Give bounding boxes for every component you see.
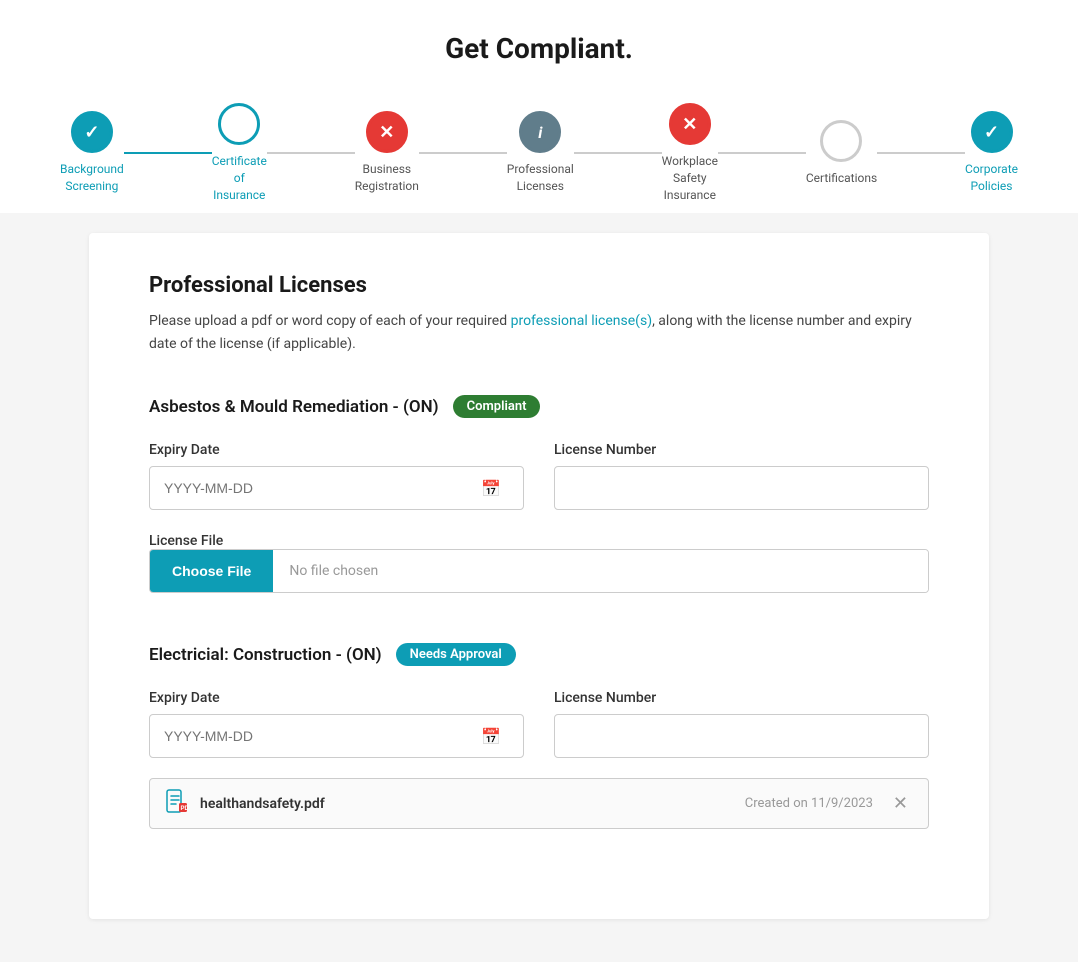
section-description: Please upload a pdf or word copy of each… xyxy=(149,310,929,355)
expiry-date-field-asbestos[interactable] xyxy=(164,480,481,496)
file-created-electrical: Created on 11/9/2023 xyxy=(745,796,873,811)
step-label-background-screening: BackgroundScreening xyxy=(60,161,124,195)
file-group-asbestos: License File Choose File No file chosen xyxy=(149,530,929,593)
step-label-corporate: CorporatePolicies xyxy=(965,161,1018,195)
connector-2 xyxy=(267,152,355,154)
license-number-input-asbestos[interactable] xyxy=(554,466,929,510)
step-certifications[interactable]: Certifications xyxy=(806,120,877,187)
connector-4 xyxy=(574,152,662,154)
file-remove-button-electrical[interactable]: ✕ xyxy=(889,793,912,814)
step-background-screening[interactable]: ✓ BackgroundScreening xyxy=(60,111,124,195)
step-professional-licenses[interactable]: i ProfessionalLicenses xyxy=(507,111,574,195)
page-header: Get Compliant. xyxy=(0,0,1078,93)
license-number-label-asbestos: License Number xyxy=(554,442,929,458)
step-workplace-safety[interactable]: ✕ WorkplaceSafetyInsurance xyxy=(662,103,718,203)
step-label-licenses: ProfessionalLicenses xyxy=(507,161,574,195)
form-row-electrical-1: Expiry Date 📅 License Number xyxy=(149,690,929,758)
step-label-workplace: WorkplaceSafetyInsurance xyxy=(662,153,718,203)
form-row-asbestos-1: Expiry Date 📅 License Number xyxy=(149,442,929,510)
stepper-row: ✓ BackgroundScreening CertificateofInsur… xyxy=(0,93,1078,203)
step-circle-workplace: ✕ xyxy=(669,103,711,145)
file-input-wrapper-asbestos: Choose File No file chosen xyxy=(149,549,929,593)
step-label-certifications: Certifications xyxy=(806,170,877,187)
step-label-certificate: CertificateofInsurance xyxy=(212,153,267,203)
badge-needs-approval: Needs Approval xyxy=(396,643,516,666)
step-circle-background-screening: ✓ xyxy=(71,111,113,153)
svg-text:PDF: PDF xyxy=(181,806,189,812)
license-number-input-electrical[interactable] xyxy=(554,714,929,758)
step-corporate-policies[interactable]: ✓ CorporatePolicies xyxy=(965,111,1018,195)
calendar-icon-asbestos: 📅 xyxy=(481,479,509,498)
license-number-label-electrical: License Number xyxy=(554,690,929,706)
expiry-date-label-electrical: Expiry Date xyxy=(149,690,524,706)
badge-compliant: Compliant xyxy=(453,395,541,418)
calendar-icon-electrical: 📅 xyxy=(481,727,509,746)
step-certificate-of-insurance[interactable]: CertificateofInsurance xyxy=(212,103,267,203)
section-title: Professional Licenses xyxy=(149,273,929,298)
step-circle-corporate: ✓ xyxy=(971,111,1013,153)
choose-file-button-asbestos[interactable]: Choose File xyxy=(150,550,273,592)
file-filename-electrical: healthandsafety.pdf xyxy=(200,796,745,812)
expiry-date-group-asbestos: Expiry Date 📅 xyxy=(149,442,524,510)
step-label-business: BusinessRegistration xyxy=(355,161,419,195)
license-header-electrical: Electricial: Construction - (ON) Needs A… xyxy=(149,643,929,666)
highlight-text: professional license(s) xyxy=(511,313,652,329)
connector-6 xyxy=(877,152,965,154)
expiry-date-label-asbestos: Expiry Date xyxy=(149,442,524,458)
step-circle-licenses: i xyxy=(519,111,561,153)
file-label-asbestos: License File xyxy=(149,533,223,549)
connector-1 xyxy=(124,152,212,154)
license-number-field-electrical[interactable] xyxy=(555,715,928,757)
file-name-asbestos: No file chosen xyxy=(273,550,928,592)
license-number-field-asbestos[interactable] xyxy=(555,467,928,509)
step-circle-certificate xyxy=(218,103,260,145)
license-name-electrical: Electricial: Construction - (ON) xyxy=(149,645,382,665)
expiry-date-input-asbestos[interactable]: 📅 xyxy=(149,466,524,510)
file-pdf-icon: PDF xyxy=(166,789,188,818)
step-business-registration[interactable]: ✕ BusinessRegistration xyxy=(355,111,419,195)
license-name-asbestos: Asbestos & Mould Remediation - (ON) xyxy=(149,397,439,417)
license-number-group-electrical: License Number xyxy=(554,690,929,758)
expiry-date-field-electrical[interactable] xyxy=(164,728,481,744)
expiry-date-input-electrical[interactable]: 📅 xyxy=(149,714,524,758)
connector-3 xyxy=(419,152,507,154)
step-circle-certifications xyxy=(820,120,862,162)
file-attachment-electrical: PDF healthandsafety.pdf Created on 11/9/… xyxy=(149,778,929,829)
license-header-asbestos: Asbestos & Mould Remediation - (ON) Comp… xyxy=(149,395,929,418)
page-title: Get Compliant. xyxy=(0,32,1078,65)
stepper: ✓ BackgroundScreening CertificateofInsur… xyxy=(0,93,1078,213)
license-block-asbestos: Asbestos & Mould Remediation - (ON) Comp… xyxy=(149,395,929,593)
license-block-electrical: Electricial: Construction - (ON) Needs A… xyxy=(149,643,929,829)
step-circle-business: ✕ xyxy=(366,111,408,153)
license-number-group-asbestos: License Number xyxy=(554,442,929,510)
connector-5 xyxy=(718,152,806,154)
main-content: Professional Licenses Please upload a pd… xyxy=(89,233,989,919)
expiry-date-group-electrical: Expiry Date 📅 xyxy=(149,690,524,758)
